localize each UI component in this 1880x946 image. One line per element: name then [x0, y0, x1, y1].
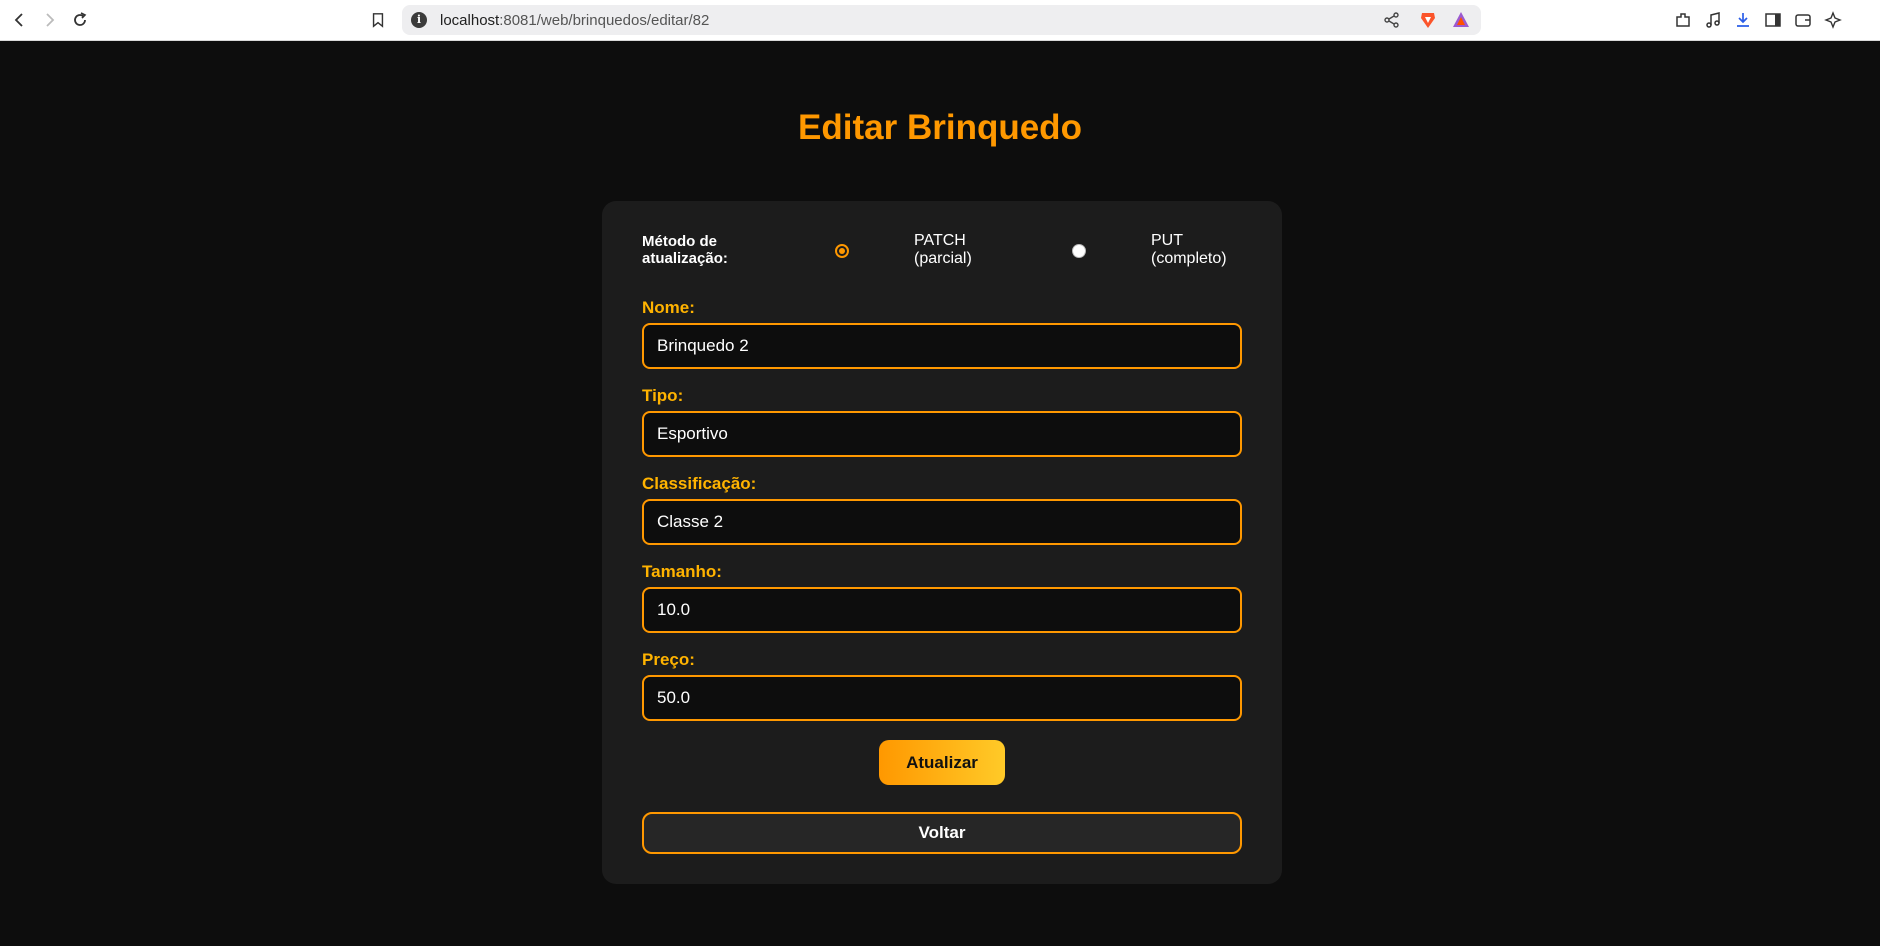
extensions-icon[interactable] — [1672, 9, 1694, 31]
put-radio-label[interactable]: PUT (completo) — [1151, 232, 1227, 268]
tipo-label: Tipo: — [642, 386, 684, 405]
tamanho-input[interactable] — [642, 587, 1242, 633]
radio-option-label-line: PATCH — [914, 232, 966, 249]
edit-form-card: Método de atualização: PATCH (parcial) PU… — [602, 201, 1282, 884]
back-arrow-icon[interactable] — [6, 6, 34, 34]
update-button[interactable]: Atualizar — [879, 740, 1005, 785]
back-button[interactable]: Voltar — [642, 812, 1242, 854]
tamanho-label: Tamanho: — [642, 562, 722, 581]
bookmark-icon[interactable] — [366, 8, 390, 32]
method-label: Método de atualização: — [642, 233, 728, 267]
patch-radio[interactable] — [835, 244, 849, 258]
nome-label: Nome: — [642, 298, 695, 317]
download-icon[interactable] — [1732, 9, 1754, 31]
leo-ai-icon[interactable] — [1822, 9, 1844, 31]
brave-shield-icon[interactable] — [1418, 10, 1438, 30]
radio-option-label-line: (parcial) — [914, 250, 972, 267]
preco-label: Preço: — [642, 650, 695, 669]
url-text[interactable]: localhost:8081/web/brinquedos/editar/82 — [440, 12, 709, 29]
share-icon[interactable] — [1383, 11, 1401, 29]
tipo-input[interactable] — [642, 411, 1242, 457]
forward-arrow-icon[interactable] — [35, 6, 63, 34]
update-method-group: Método de atualização: PATCH (parcial) PU… — [642, 232, 1242, 272]
radio-option-label-line: (completo) — [1151, 250, 1227, 267]
wallet-icon[interactable] — [1792, 9, 1814, 31]
address-bar[interactable]: i localhost:8081/web/brinquedos/editar/8… — [402, 5, 1481, 35]
radio-option-label-line: PUT — [1151, 232, 1183, 249]
classificacao-input[interactable] — [642, 499, 1242, 545]
brave-rewards-icon[interactable] — [1451, 10, 1471, 30]
patch-radio-label[interactable]: PATCH (parcial) — [914, 232, 972, 268]
sidebar-icon[interactable] — [1762, 9, 1784, 31]
page-title: Editar Brinquedo — [798, 108, 1082, 147]
put-radio[interactable] — [1072, 244, 1086, 258]
browser-toolbar: i localhost:8081/web/brinquedos/editar/8… — [0, 0, 1880, 41]
preco-input[interactable] — [642, 675, 1242, 721]
nome-input[interactable] — [642, 323, 1242, 369]
music-icon[interactable] — [1702, 9, 1724, 31]
reload-icon[interactable] — [66, 6, 94, 34]
site-info-icon[interactable]: i — [411, 12, 427, 28]
classificacao-label: Classificação: — [642, 474, 757, 493]
